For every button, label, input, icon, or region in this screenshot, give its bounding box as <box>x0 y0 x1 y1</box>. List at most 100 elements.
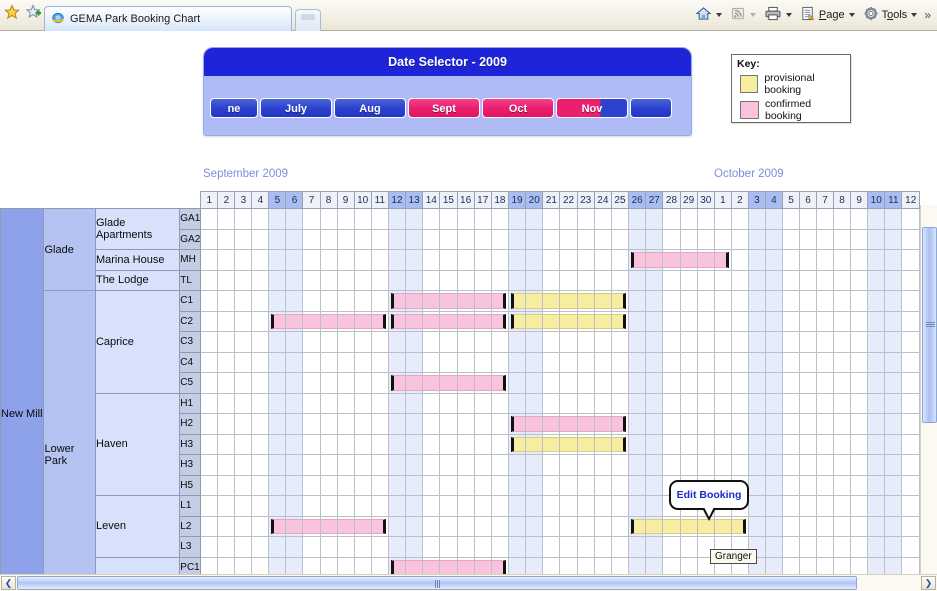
day-cell[interactable] <box>576 249 595 271</box>
day-header-september-16[interactable]: 16 <box>456 191 475 209</box>
day-cell[interactable] <box>850 536 869 558</box>
day-cell[interactable] <box>713 208 732 230</box>
day-cell[interactable] <box>439 310 458 332</box>
day-cell[interactable] <box>268 433 287 455</box>
day-cell[interactable] <box>387 331 407 353</box>
month-button-july[interactable]: July <box>260 98 332 118</box>
day-cell[interactable] <box>730 372 749 394</box>
day-cell[interactable] <box>628 228 647 250</box>
day-cell[interactable] <box>490 495 509 517</box>
day-cell[interactable] <box>593 372 612 394</box>
day-cell[interactable] <box>336 351 355 373</box>
day-cell[interactable] <box>387 290 407 312</box>
day-cell[interactable] <box>439 269 458 291</box>
booking-bar-provisional[interactable] <box>560 436 577 452</box>
day-cell[interactable] <box>679 433 698 455</box>
day-cell[interactable] <box>679 208 698 230</box>
day-cell[interactable] <box>798 290 818 312</box>
day-cell[interactable] <box>542 372 561 394</box>
day-cell[interactable] <box>456 249 475 271</box>
horizontal-scrollbar-thumb[interactable] <box>17 576 857 590</box>
day-cell[interactable] <box>285 515 304 537</box>
property-label-haven[interactable]: Haven <box>94 392 181 496</box>
day-cell[interactable] <box>285 454 304 476</box>
day-cell[interactable] <box>387 228 407 250</box>
day-header-september-2[interactable]: 2 <box>217 191 236 209</box>
site-label-new-mill[interactable]: New Mill <box>0 208 45 591</box>
day-cell[interactable] <box>200 536 219 558</box>
day-cell[interactable] <box>662 208 681 230</box>
day-cell[interactable] <box>593 474 612 496</box>
day-cell[interactable] <box>405 228 424 250</box>
day-cell[interactable] <box>268 208 287 230</box>
day-cell[interactable] <box>662 228 681 250</box>
day-cell[interactable] <box>422 228 441 250</box>
day-cell[interactable] <box>302 290 321 312</box>
day-cell[interactable] <box>200 454 219 476</box>
booking-bar-confirmed[interactable] <box>474 293 491 309</box>
day-cell[interactable] <box>302 515 321 537</box>
day-cell[interactable] <box>268 474 287 496</box>
day-cell[interactable] <box>679 290 698 312</box>
day-cell[interactable] <box>370 249 389 271</box>
booking-bar-confirmed[interactable] <box>543 416 560 432</box>
day-cell[interactable] <box>713 454 732 476</box>
booking-bar-provisional[interactable] <box>680 518 697 534</box>
day-cell[interactable] <box>730 392 749 414</box>
unit-label-c4[interactable]: C4 <box>179 351 202 373</box>
day-cell[interactable] <box>422 433 441 455</box>
day-cell[interactable] <box>713 310 732 332</box>
day-cell[interactable] <box>353 433 372 455</box>
area-label-glade[interactable]: Glade <box>43 208 96 291</box>
day-cell[interactable] <box>405 331 424 353</box>
day-cell[interactable] <box>764 310 783 332</box>
day-cell[interactable] <box>610 413 630 435</box>
day-cell[interactable] <box>542 331 561 353</box>
booking-bar-confirmed[interactable] <box>406 559 423 575</box>
day-header-september-4[interactable]: 4 <box>251 191 270 209</box>
day-cell[interactable] <box>559 310 578 332</box>
day-cell[interactable] <box>490 249 509 271</box>
day-cell[interactable] <box>901 208 920 230</box>
day-cell[interactable] <box>387 392 407 414</box>
day-cell[interactable] <box>217 454 236 476</box>
toolbar-overflow-icon[interactable]: » <box>924 8 931 22</box>
day-cell[interactable] <box>610 228 630 250</box>
day-cell[interactable] <box>747 413 766 435</box>
day-cell[interactable] <box>593 290 612 312</box>
day-cell[interactable] <box>833 495 852 517</box>
day-cell[interactable] <box>336 208 355 230</box>
day-header-september-21[interactable]: 21 <box>542 191 561 209</box>
day-cell[interactable] <box>234 331 253 353</box>
day-cell[interactable] <box>370 495 389 517</box>
day-cell[interactable] <box>764 269 783 291</box>
day-cell[interactable] <box>696 413 715 435</box>
home-caret-icon[interactable] <box>715 13 722 17</box>
day-cell[interactable] <box>764 290 783 312</box>
day-cell[interactable] <box>610 433 630 455</box>
day-cell[interactable] <box>798 331 818 353</box>
unit-label-l1[interactable]: L1 <box>179 495 202 517</box>
day-cell[interactable] <box>387 208 407 230</box>
booking-bar-confirmed[interactable] <box>560 416 577 432</box>
day-cell[interactable] <box>251 208 270 230</box>
day-cell[interactable] <box>593 413 612 435</box>
day-cell[interactable] <box>781 372 801 394</box>
booking-bar-confirmed[interactable] <box>697 252 714 268</box>
day-cell[interactable] <box>696 351 715 373</box>
day-cell[interactable] <box>234 228 253 250</box>
day-cell[interactable] <box>798 413 818 435</box>
day-cell[interactable] <box>200 269 219 291</box>
day-cell[interactable] <box>507 454 527 476</box>
day-cell[interactable] <box>490 331 509 353</box>
day-cell[interactable] <box>353 372 372 394</box>
booking-bar-confirmed[interactable] <box>440 313 457 329</box>
day-cell[interactable] <box>439 208 458 230</box>
day-cell[interactable] <box>850 331 869 353</box>
day-cell[interactable] <box>781 536 801 558</box>
day-cell[interactable] <box>251 331 270 353</box>
day-cell[interactable] <box>217 228 236 250</box>
day-cell[interactable] <box>525 372 544 394</box>
day-cell[interactable] <box>456 372 475 394</box>
day-cell[interactable] <box>525 290 544 312</box>
